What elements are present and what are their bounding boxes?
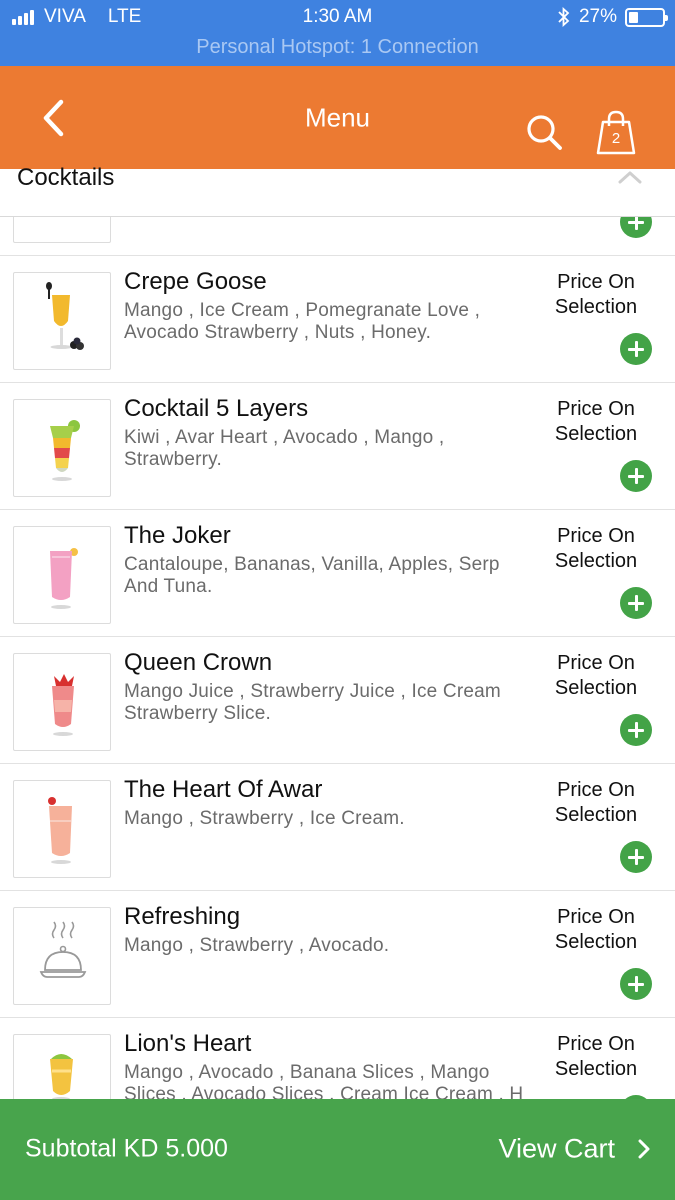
list-item[interactable]: Cocktail 5 Layers Kiwi , Avar Heart , Av… bbox=[0, 383, 675, 510]
item-name: Lion's Heart bbox=[124, 1030, 252, 1057]
cart-summary-bar[interactable]: Subtotal KD 5.000 View Cart bbox=[0, 1099, 675, 1200]
battery-icon bbox=[625, 7, 668, 27]
add-button[interactable] bbox=[620, 587, 652, 619]
category-header[interactable]: Cocktails bbox=[0, 164, 675, 217]
add-button[interactable] bbox=[620, 460, 652, 492]
battery-percent: 27% bbox=[578, 6, 617, 27]
list-item[interactable]: The Heart Of Awar Mango , Strawberry , I… bbox=[0, 764, 675, 891]
item-image bbox=[13, 526, 111, 624]
item-price: Price On Selection bbox=[554, 779, 638, 826]
item-description: Kiwi , Avar Heart , Avocado , Mango , St… bbox=[124, 427, 445, 470]
bluetooth-icon bbox=[558, 7, 570, 27]
chevron-right-icon[interactable] bbox=[637, 1138, 651, 1160]
chevron-up-icon[interactable] bbox=[617, 169, 643, 185]
item-name: Cocktail 5 Layers bbox=[124, 395, 309, 422]
item-image bbox=[13, 653, 111, 751]
item-name: The Heart Of Awar bbox=[124, 776, 323, 803]
item-price: Price On Selection bbox=[554, 271, 638, 318]
status-bar: VIVA LTE 1:30 AM 27% Personal Hotspot: 1… bbox=[0, 0, 675, 66]
item-image bbox=[13, 907, 111, 1005]
list-item[interactable]: Refreshing Mango , Strawberry , Avocado.… bbox=[0, 891, 675, 1018]
item-image bbox=[13, 1034, 111, 1099]
page-title: Menu bbox=[304, 102, 371, 133]
cart-button[interactable]: 2 bbox=[595, 110, 637, 156]
view-cart-button[interactable]: View Cart bbox=[498, 1134, 615, 1165]
food-cloche-icon bbox=[39, 921, 87, 978]
item-name: Queen Crown bbox=[124, 649, 273, 676]
list-item[interactable]: The Joker Cantaloupe, Bananas, Vanilla, … bbox=[0, 510, 675, 637]
cart-count: 2 bbox=[611, 130, 621, 147]
item-description: Cantaloupe, Bananas, Vanilla, Apples, Se… bbox=[124, 554, 500, 597]
item-description: Mango , Ice Cream , Pomegranate Love , A… bbox=[124, 300, 481, 343]
list-item[interactable]: Lion's Heart Mango , Avocado , Banana Sl… bbox=[0, 1018, 675, 1099]
subtotal-label: Subtotal KD 5.000 bbox=[25, 1134, 228, 1163]
item-price: Price On Selection bbox=[554, 652, 638, 699]
item-price: Price On Selection bbox=[554, 525, 638, 572]
item-description: Mango , Strawberry , Avocado. bbox=[124, 935, 390, 956]
add-button[interactable] bbox=[620, 714, 652, 746]
add-button[interactable] bbox=[620, 968, 652, 1000]
add-button[interactable] bbox=[620, 333, 652, 365]
nav-bar: Menu 2 bbox=[0, 66, 675, 169]
list-item[interactable]: Queen Crown Mango Juice , Strawberry Jui… bbox=[0, 637, 675, 764]
hotspot-banner[interactable]: Personal Hotspot: 1 Connection bbox=[0, 36, 675, 59]
add-button[interactable] bbox=[620, 841, 652, 873]
item-description: Mango , Avocado , Banana Slices , Mango … bbox=[124, 1062, 524, 1099]
item-price: Price On Selection bbox=[554, 398, 638, 445]
search-icon[interactable] bbox=[524, 112, 564, 152]
list-item[interactable]: Crepe Goose Mango , Ice Cream , Pomegran… bbox=[0, 256, 675, 383]
item-image bbox=[13, 399, 111, 497]
item-description: Mango Juice , Strawberry Juice , Ice Cre… bbox=[124, 681, 501, 724]
item-price: Price On Selection bbox=[554, 906, 638, 953]
item-description: Mango , Strawberry , Ice Cream. bbox=[124, 808, 405, 829]
item-price: Price On Selection bbox=[554, 1033, 638, 1080]
item-name: Crepe Goose bbox=[124, 268, 267, 295]
item-image bbox=[13, 780, 111, 878]
category-title: Cocktails bbox=[17, 164, 115, 191]
menu-list[interactable]: Crepe Goose Mango , Ice Cream , Pomegran… bbox=[0, 169, 675, 1099]
item-name: The Joker bbox=[124, 522, 231, 549]
item-name: Refreshing bbox=[124, 903, 241, 930]
item-image bbox=[13, 272, 111, 370]
